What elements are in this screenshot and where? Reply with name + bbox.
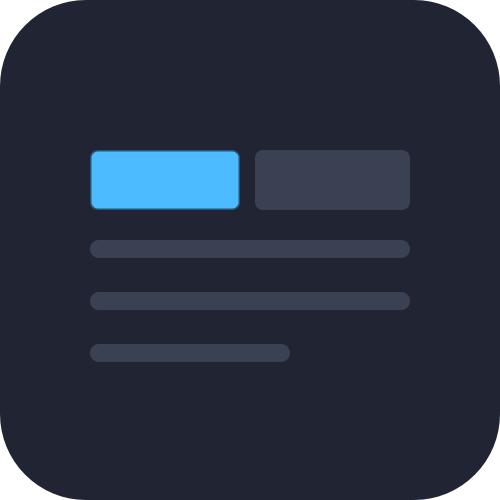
text-line-short [90, 344, 290, 362]
text-line [90, 292, 410, 310]
document-layout-icon [0, 0, 500, 500]
secondary-block [255, 150, 410, 210]
primary-block [90, 150, 240, 210]
text-line [90, 240, 410, 258]
